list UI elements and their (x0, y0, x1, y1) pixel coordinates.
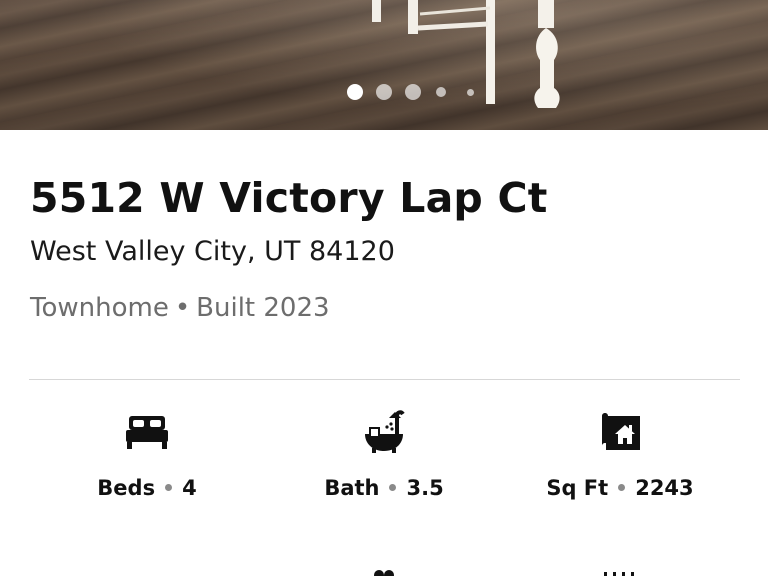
bullet-separator (165, 483, 173, 491)
carousel-dot[interactable] (376, 84, 392, 100)
bullet-separator (389, 483, 397, 491)
stat-beds: Beds 4 (19, 408, 275, 500)
stat-beds-line: Beds 4 (19, 476, 275, 500)
stat-label: Bath (324, 476, 380, 500)
listing-photo-carousel[interactable] (0, 0, 768, 130)
stat-bath-line: Bath 3.5 (256, 476, 512, 500)
carousel-dot[interactable] (436, 87, 446, 97)
floorplan-icon (602, 413, 640, 450)
carousel-indicator (0, 84, 768, 100)
stat-bath: Bath 3.5 (256, 408, 512, 500)
carousel-dot[interactable] (347, 84, 363, 100)
stat-sqft: Sq Ft 2243 (492, 408, 748, 500)
listing-city-line: West Valley City, UT 84120 (30, 236, 395, 267)
next-row-icon (374, 570, 394, 576)
stat-value: 3.5 (406, 476, 444, 500)
bed-icon (126, 416, 168, 449)
stat-value: 4 (182, 476, 197, 500)
bath-icon (365, 410, 405, 453)
stat-label: Sq Ft (546, 476, 609, 500)
stat-value: 2243 (635, 476, 694, 500)
property-type: Townhome (30, 293, 169, 323)
meta-separator: • (174, 293, 191, 323)
carousel-dot[interactable] (405, 84, 421, 100)
carousel-dot[interactable] (467, 89, 474, 96)
listing-meta: Townhome • Built 2023 (30, 293, 330, 323)
bullet-separator (618, 483, 626, 491)
year-built: Built 2023 (196, 293, 330, 323)
listing-address: 5512 W Victory Lap Ct (30, 174, 548, 222)
stat-label: Beds (97, 476, 156, 500)
next-row-icon (604, 572, 634, 576)
stat-sqft-line: Sq Ft 2243 (492, 476, 748, 500)
section-divider (29, 379, 740, 380)
